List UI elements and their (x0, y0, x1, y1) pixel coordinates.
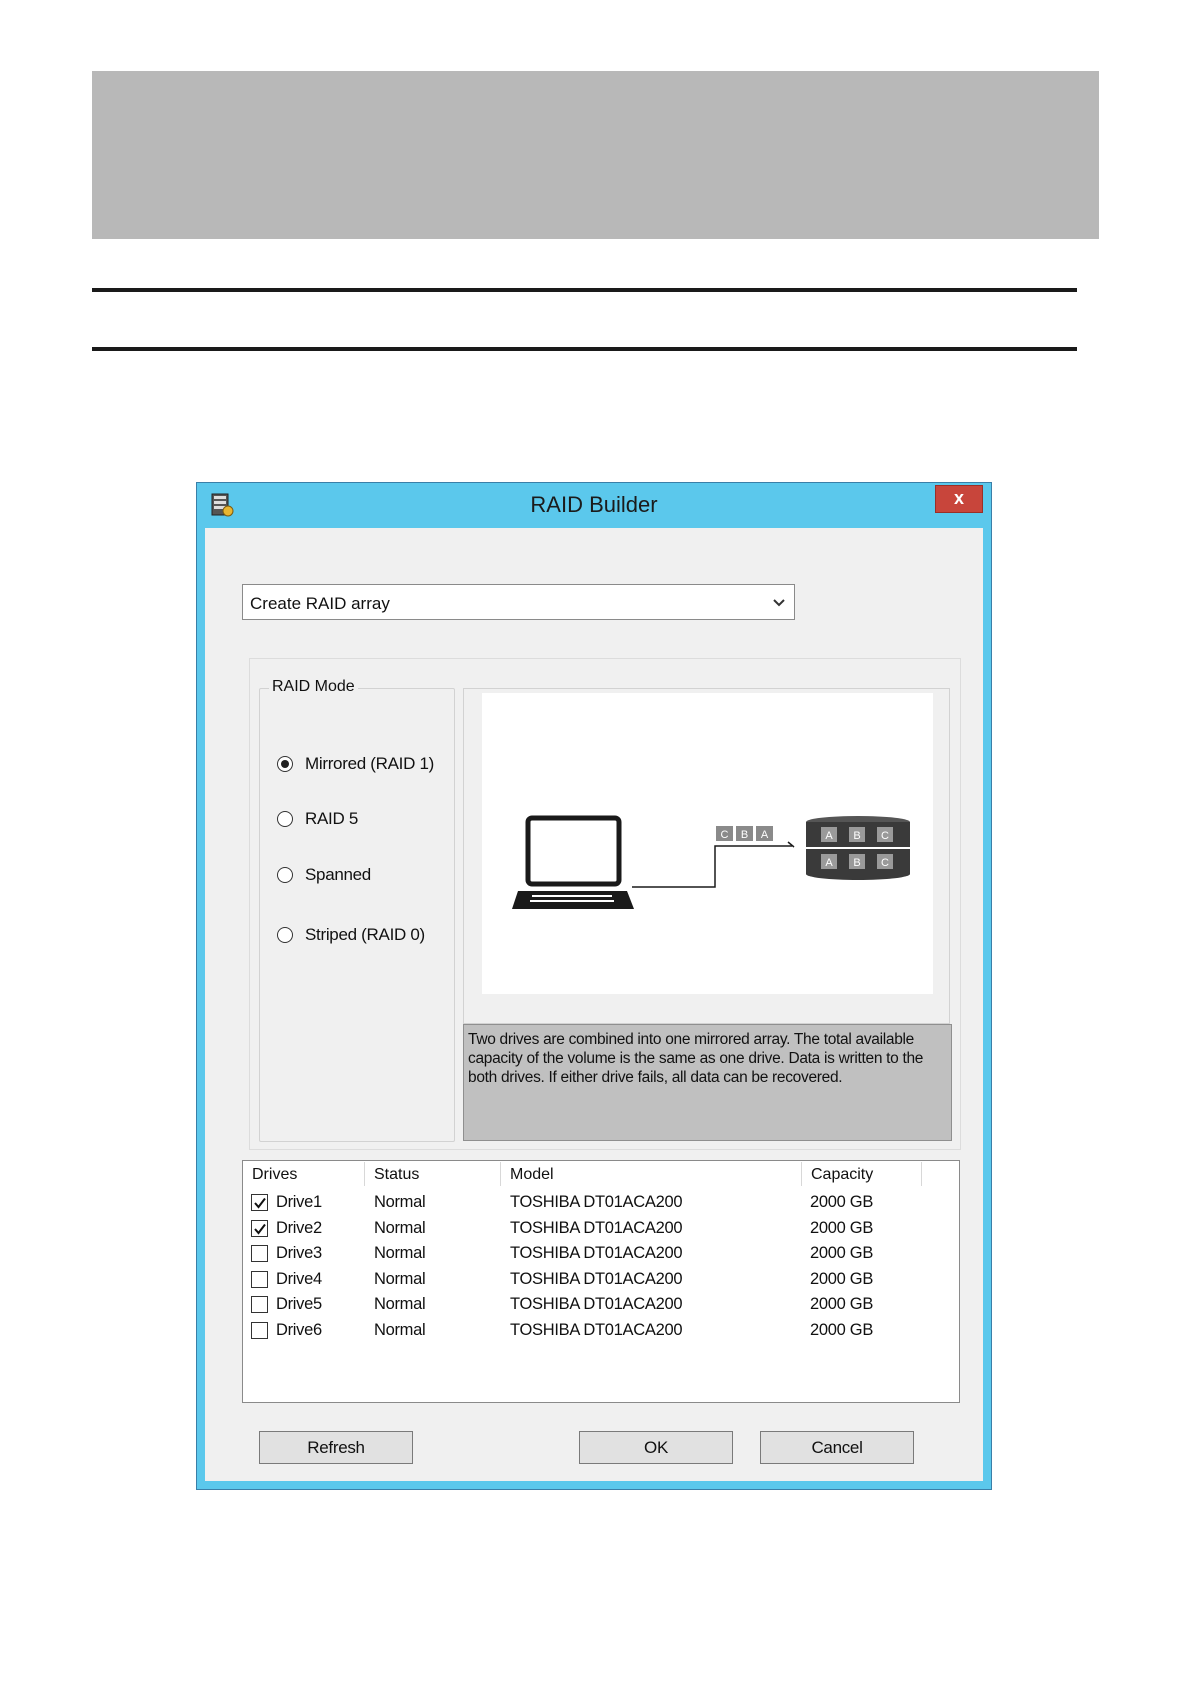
drive-capacity: 2000 GB (810, 1269, 874, 1288)
operation-select[interactable]: Create RAID array (242, 584, 795, 620)
svg-text:C: C (881, 830, 889, 842)
drive-model: TOSHIBA DT01ACA200 (510, 1244, 683, 1263)
drive-checkbox[interactable] (251, 1296, 268, 1314)
drive-model: TOSHIBA DT01ACA200 (510, 1193, 683, 1211)
drive-capacity: 2000 GB (810, 1321, 874, 1339)
table-row[interactable]: Drive6 Normal TOSHIBA DT01ACA200 2000 GB (243, 1318, 959, 1343)
operation-select-value: Create RAID array (250, 594, 390, 613)
radio-label: Mirrored (RAID 1) (305, 754, 435, 773)
drive-capacity: 2000 GB (810, 1295, 874, 1314)
drive-checkbox[interactable] (251, 1194, 268, 1211)
drive-status: Normal (374, 1193, 426, 1211)
raid-diagram-svg: C B A A B C A B C (512, 815, 910, 909)
drive-status: Normal (374, 1218, 426, 1237)
drive-model: TOSHIBA DT01ACA200 (510, 1295, 683, 1314)
table-row[interactable]: Drive5 Normal TOSHIBA DT01ACA200 2000 GB (243, 1292, 959, 1317)
drive-checkbox[interactable] (251, 1270, 268, 1288)
table-row[interactable]: Drive2 Normal TOSHIBA DT01ACA200 2000 GB (243, 1216, 959, 1241)
radio-button[interactable] (277, 811, 293, 827)
drive-capacity: 2000 GB (810, 1218, 874, 1237)
checkmark-icon (254, 1223, 266, 1235)
radio-button[interactable] (277, 867, 293, 883)
radio-label: RAID 5 (305, 809, 358, 828)
radio-mirrored-raid1[interactable]: Mirrored (RAID 1) (277, 753, 434, 775)
raid-mode-legend: RAID Mode (269, 678, 358, 696)
radio-button[interactable] (277, 756, 293, 772)
drive-name: Drive5 (276, 1295, 322, 1314)
title-bar[interactable]: RAID Builder x (197, 483, 991, 528)
drive-name: Drive1 (276, 1193, 322, 1211)
svg-text:B: B (853, 830, 860, 842)
column-header-status[interactable]: Status (365, 1162, 501, 1186)
drive-list[interactable]: Drives Status Model Capacity Drive1 Norma… (242, 1160, 960, 1403)
drive-status: Normal (374, 1321, 426, 1339)
drive-status: Normal (374, 1269, 426, 1288)
top-divider (92, 288, 1077, 292)
raid-mode-description: Two drives are combined into one mirrore… (463, 1024, 952, 1141)
svg-text:B: B (853, 857, 860, 869)
radio-raid5[interactable]: RAID 5 (277, 808, 358, 830)
svg-text:A: A (825, 830, 833, 842)
drive-model: TOSHIBA DT01ACA200 (510, 1269, 683, 1288)
drive-name: Drive3 (276, 1244, 322, 1263)
column-header-drives[interactable]: Drives (243, 1162, 365, 1186)
dialog-client-area: Create RAID array RAID Mode Mirrored (RA… (205, 528, 983, 1481)
drive-checkbox[interactable] (251, 1322, 268, 1339)
raid-diagram: C B A A B C A B C (482, 693, 933, 994)
drive-name: Drive6 (276, 1321, 322, 1339)
svg-text:A: A (825, 857, 833, 869)
page-header-band (92, 71, 1099, 239)
mirrored-disk-stack-icon: A B C A B C (806, 816, 910, 880)
svg-text:B: B (741, 829, 748, 841)
radio-button[interactable] (277, 927, 293, 943)
ok-button[interactable]: OK (579, 1431, 733, 1464)
close-button[interactable]: x (935, 485, 983, 513)
drive-capacity: 2000 GB (810, 1244, 874, 1263)
radio-spanned[interactable]: Spanned (277, 864, 371, 886)
svg-text:A: A (761, 829, 769, 841)
bottom-divider (92, 347, 1077, 351)
drive-status: Normal (374, 1244, 426, 1263)
data-block-c: C (716, 826, 733, 841)
drive-name: Drive2 (276, 1218, 322, 1237)
drive-checkbox[interactable] (251, 1245, 268, 1263)
laptop-icon (512, 815, 634, 909)
chevron-down-icon (772, 595, 786, 609)
table-row[interactable]: Drive4 Normal TOSHIBA DT01ACA200 2000 GB (243, 1267, 959, 1292)
column-header-model[interactable]: Model (501, 1162, 802, 1186)
drive-model: TOSHIBA DT01ACA200 (510, 1321, 683, 1339)
table-row[interactable]: Drive3 Normal TOSHIBA DT01ACA200 2000 GB (243, 1241, 959, 1266)
radio-label: Spanned (305, 865, 371, 884)
radio-striped-raid0[interactable]: Striped (RAID 0) (277, 924, 425, 946)
drive-model: TOSHIBA DT01ACA200 (510, 1218, 683, 1237)
column-header-capacity[interactable]: Capacity (802, 1162, 922, 1186)
drive-status: Normal (374, 1295, 426, 1314)
cancel-button[interactable]: Cancel (760, 1431, 914, 1464)
drive-capacity: 2000 GB (810, 1193, 874, 1211)
drive-checkbox[interactable] (251, 1219, 268, 1237)
dialog-title: RAID Builder (530, 492, 658, 517)
raid-builder-dialog: RAID Builder x Create RAID array RAID Mo… (196, 482, 992, 1490)
radio-label: Striped (RAID 0) (305, 925, 425, 944)
drive-name: Drive4 (276, 1269, 322, 1288)
svg-text:C: C (881, 857, 889, 869)
data-block-b: B (736, 826, 753, 841)
table-row[interactable]: Drive1 Normal TOSHIBA DT01ACA200 2000 GB (243, 1190, 959, 1215)
refresh-button[interactable]: Refresh (259, 1431, 413, 1464)
data-block-a: A (756, 826, 773, 841)
svg-text:C: C (721, 829, 729, 841)
checkmark-icon (254, 1197, 266, 1209)
